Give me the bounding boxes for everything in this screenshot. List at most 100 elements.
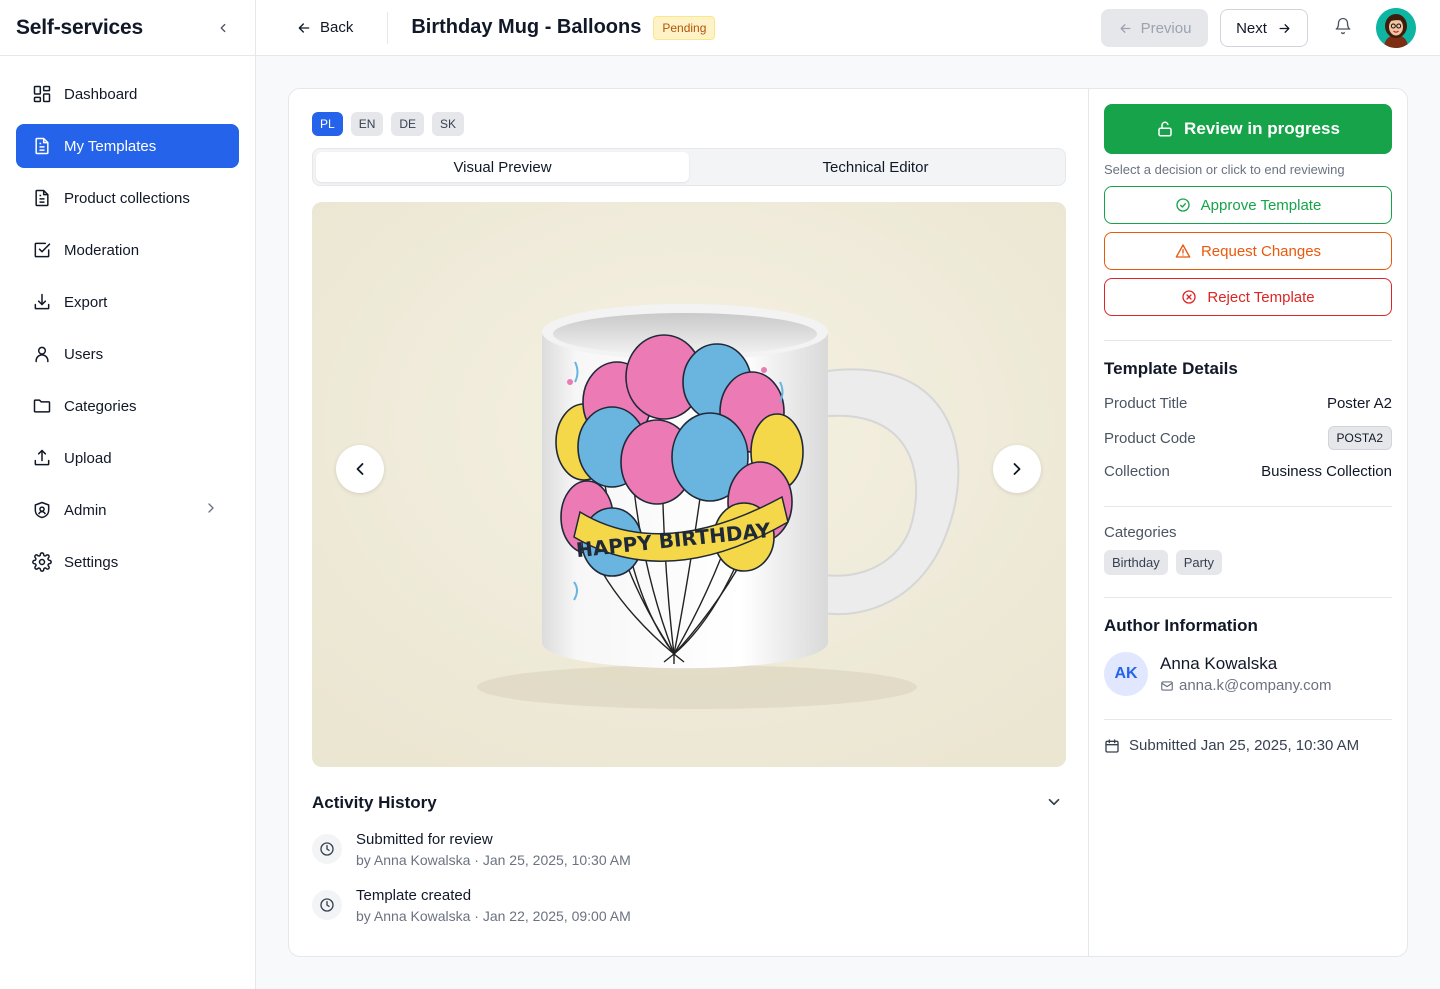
sidebar-item-product-collections[interactable]: Product collections <box>16 176 239 220</box>
download-icon <box>32 292 52 312</box>
back-button[interactable]: Back <box>296 19 353 36</box>
check-circle-icon <box>1176 198 1190 212</box>
template-preview-image: HAPPY BIRTHDAY <box>312 202 1066 767</box>
detail-row-collection: Collection Business Collection <box>1104 463 1392 480</box>
sidebar-item-users[interactable]: Users <box>16 332 239 376</box>
language-switcher: PL EN DE SK <box>312 112 465 136</box>
detail-value: Business Collection <box>1261 463 1392 480</box>
arrow-left-icon <box>298 22 310 33</box>
sidebar-item-label: Moderation <box>64 241 140 259</box>
carousel-next-button[interactable] <box>993 445 1041 493</box>
template-details-title: Template Details <box>1104 359 1238 378</box>
sidebar-item-categories[interactable]: Categories <box>16 384 239 428</box>
categories-label: Categories <box>1104 524 1177 541</box>
category-chip: Birthday <box>1104 550 1168 575</box>
chevron-right-icon <box>203 500 219 516</box>
sidebar-item-label: Settings <box>64 553 119 571</box>
language-pl[interactable]: PL <box>312 112 343 136</box>
detail-label: Product Title <box>1104 395 1188 412</box>
sidebar-item-settings[interactable]: Settings <box>16 540 239 584</box>
author-email: anna.k@company.com <box>1160 677 1332 694</box>
next-button[interactable]: Next <box>1220 9 1308 47</box>
section-divider <box>1104 340 1392 341</box>
reject-template-button[interactable]: Reject Template <box>1104 278 1392 316</box>
view-tabs: Visual Preview Technical Editor <box>312 148 1066 186</box>
detail-row-product-title: Product Title Poster A2 <box>1104 395 1392 412</box>
shield-icon <box>32 500 52 520</box>
collapse-sidebar-button[interactable] <box>211 16 235 40</box>
tab-visual-preview[interactable]: Visual Preview <box>316 152 689 182</box>
author-information-title: Author Information <box>1104 616 1258 635</box>
activity-toggle-button[interactable] <box>1045 793 1063 811</box>
checkbox-icon <box>32 240 52 260</box>
unlock-icon <box>1158 121 1172 137</box>
sidebar-header: Self-services <box>0 0 255 56</box>
review-hint: Select a decision or click to end review… <box>1104 162 1345 177</box>
detail-row-product-code: Product Code POSTA2 <box>1104 426 1392 450</box>
section-divider <box>1104 719 1392 720</box>
clock-icon <box>312 834 342 864</box>
sidebar-item-label: Users <box>64 345 104 363</box>
file-icon <box>32 136 52 156</box>
user-avatar[interactable] <box>1376 8 1416 48</box>
review-in-progress-button[interactable]: Review in progress <box>1104 104 1392 154</box>
activity-history-title: Activity History <box>312 793 437 812</box>
next-label: Next <box>1236 19 1267 37</box>
sidebar: Self-services Dashboard My Templates Pro… <box>0 0 256 989</box>
section-divider <box>1104 506 1392 507</box>
activity-item: Submitted for review by Anna Kowalska · … <box>312 830 631 870</box>
author-avatar: AK <box>1104 652 1148 696</box>
top-header: Back Birthday Mug - Balloons Pending Pre… <box>256 0 1440 56</box>
activity-meta: by Anna Kowalska · Jan 22, 2025, 09:00 A… <box>356 908 631 924</box>
sidebar-item-label: Admin <box>64 501 107 519</box>
language-de[interactable]: DE <box>391 112 425 136</box>
sidebar-item-label: Product collections <box>64 189 190 207</box>
product-code-chip: POSTA2 <box>1327 426 1392 450</box>
sidebar-item-export[interactable]: Export <box>16 280 239 324</box>
x-circle-icon <box>1182 290 1197 304</box>
activity-item: Template created by Anna Kowalska · Jan … <box>312 886 631 926</box>
bell-icon <box>1335 17 1351 35</box>
arrow-right-icon <box>1279 23 1290 33</box>
language-en[interactable]: EN <box>350 112 384 136</box>
language-sk[interactable]: SK <box>432 112 465 136</box>
status-badge: Pending <box>653 15 716 40</box>
previous-button[interactable]: Previou <box>1101 9 1208 47</box>
calendar-icon <box>1105 738 1119 753</box>
activity-title: Submitted for review <box>356 831 493 848</box>
mail-icon <box>1161 680 1173 691</box>
sidebar-item-label: My Templates <box>64 137 157 155</box>
detail-label: Collection <box>1104 463 1170 480</box>
template-review-card: PL EN DE SK Visual Preview Technical Edi… <box>288 88 1408 957</box>
review-button-label: Review in progress <box>1184 119 1340 138</box>
approve-template-button[interactable]: Approve Template <box>1104 186 1392 224</box>
submitted-date: Submitted Jan 25, 2025, 10:30 AM <box>1104 737 1359 754</box>
reject-label: Reject Template <box>1207 288 1315 306</box>
request-changes-button[interactable]: Request Changes <box>1104 232 1392 270</box>
author-name: Anna Kowalska <box>1160 654 1278 673</box>
activity-title: Template created <box>356 887 472 904</box>
tab-technical-editor[interactable]: Technical Editor <box>689 152 1062 182</box>
mug-illustration: HAPPY BIRTHDAY <box>312 202 1066 767</box>
dashboard-icon <box>32 84 52 104</box>
sidebar-item-my-templates[interactable]: My Templates <box>16 124 239 168</box>
category-chip: Party <box>1175 550 1223 575</box>
notifications-button[interactable] <box>1334 17 1352 35</box>
sidebar-item-moderation[interactable]: Moderation <box>16 228 239 272</box>
sidebar-item-upload[interactable]: Upload <box>16 436 239 480</box>
sidebar-item-label: Export <box>64 293 108 311</box>
category-chips: Birthday Party <box>1104 550 1223 575</box>
sidebar-item-label: Categories <box>64 397 137 415</box>
panel-divider <box>1088 89 1089 956</box>
gear-icon <box>32 552 52 572</box>
approve-label: Approve Template <box>1200 196 1322 214</box>
upload-icon <box>32 448 52 468</box>
sidebar-item-dashboard[interactable]: Dashboard <box>16 72 239 116</box>
clock-icon <box>312 890 342 920</box>
user-icon <box>32 344 52 364</box>
carousel-prev-button[interactable] <box>336 445 384 493</box>
sidebar-item-admin[interactable]: Admin <box>16 488 239 532</box>
activity-meta: by Anna Kowalska · Jan 25, 2025, 10:30 A… <box>356 852 631 868</box>
detail-value: Poster A2 <box>1326 395 1392 412</box>
page-title: Birthday Mug - Balloons <box>411 16 642 38</box>
